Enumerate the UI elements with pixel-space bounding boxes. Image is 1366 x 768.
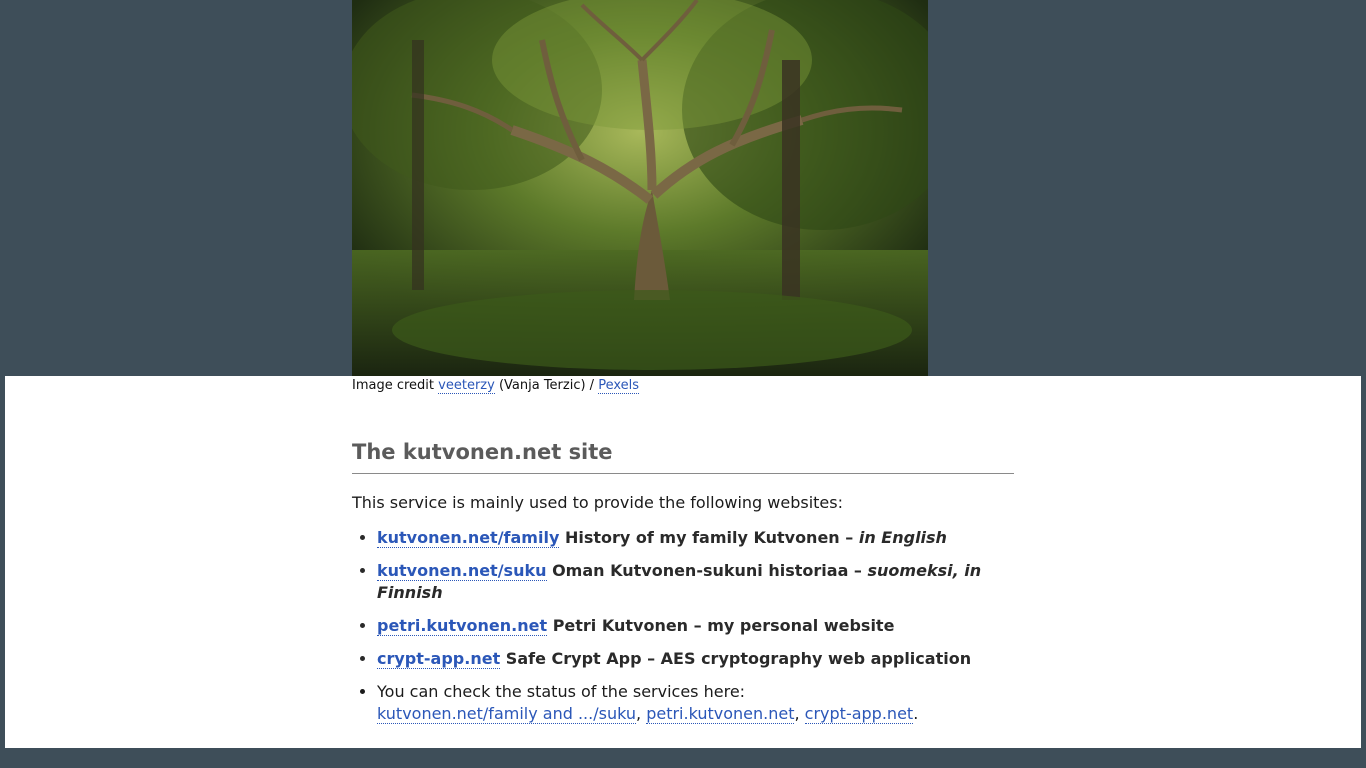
site-desc-crypt: Safe Crypt App – AES cryptography web ap… [505,649,972,668]
site-lang-family: in English [858,528,947,547]
main-content: Image credit veeterzy (Vanja Terzic) / P… [352,376,1014,736]
site-desc-petri: Petri Kutvonen – my personal website [552,616,895,635]
site-link-family[interactable]: kutvonen.net/family [377,528,560,548]
site-desc-family: History of my family Kutvonen – [564,528,854,547]
status-link-petri[interactable]: petri.kutvonen.net [646,704,795,724]
credit-author-link[interactable]: veeterzy [438,378,495,394]
site-desc-suku: Oman Kutvonen-sukuni historiaa – [552,561,862,580]
content-card: Image credit veeterzy (Vanja Terzic) / P… [5,376,1361,748]
site-link-petri[interactable]: petri.kutvonen.net [377,616,548,636]
status-text: You can check the status of the services… [377,682,746,701]
list-item-crypt: crypt-app.net Safe Crypt App – AES crypt… [377,648,1014,670]
site-link-suku[interactable]: kutvonen.net/suku [377,561,547,581]
status-end: . [913,704,919,723]
site-list: kutvonen.net/family History of my family… [352,527,1014,725]
forest-tree-image [352,0,928,376]
list-item-petri: petri.kutvonen.net Petri Kutvonen – my p… [377,615,1014,637]
list-item-suku: kutvonen.net/suku Oman Kutvonen-sukuni h… [377,560,1014,604]
intro-text: This service is mainly used to provide t… [352,493,843,512]
credit-author-name: (Vanja Terzic) / [498,378,595,393]
status-separator: , [636,704,642,723]
status-separator: , [794,704,800,723]
status-link-crypt[interactable]: crypt-app.net [804,704,914,724]
list-item-family: kutvonen.net/family History of my family… [377,527,1014,549]
image-credit: Image credit veeterzy (Vanja Terzic) / P… [352,377,1014,395]
site-link-crypt[interactable]: crypt-app.net [377,649,501,669]
credit-source-link[interactable]: Pexels [598,378,640,394]
hero-image [352,0,928,376]
list-item-status: You can check the status of the services… [377,681,1014,725]
status-link-kutvonen[interactable]: kutvonen.net/family and .../suku [377,704,636,724]
page-title: The kutvonen.net site [352,440,1014,474]
credit-prefix: Image credit [352,378,435,393]
